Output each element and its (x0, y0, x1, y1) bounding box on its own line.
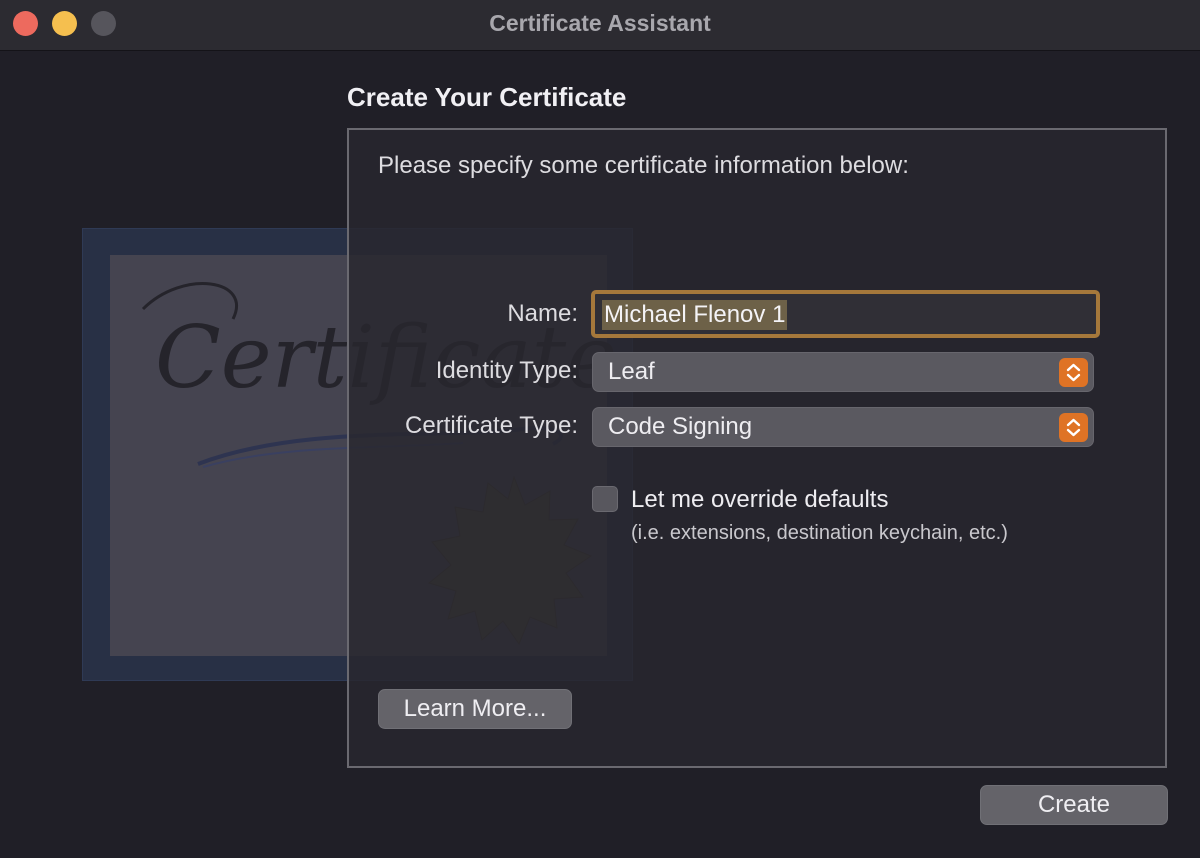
name-field[interactable]: Michael Flenov 1 (591, 290, 1100, 338)
create-button[interactable]: Create (980, 785, 1168, 825)
window-title: Certificate Assistant (489, 10, 711, 36)
instruction-text: Please specify some certificate informat… (378, 152, 909, 179)
override-defaults-checkbox[interactable] (592, 486, 618, 512)
form-panel (347, 128, 1167, 768)
identity-type-popup[interactable]: Leaf (592, 352, 1094, 392)
identity-type-value: Leaf (608, 358, 655, 385)
certificate-type-popup[interactable]: Code Signing (592, 407, 1094, 447)
identity-type-label: Identity Type: (435, 357, 578, 384)
title-bar[interactable]: Certificate Assistant (0, 0, 1200, 51)
override-defaults-help: (i.e. extensions, destination keychain, … (631, 522, 1008, 544)
page-title: Create Your Certificate (347, 82, 627, 112)
certificate-type-value: Code Signing (608, 413, 753, 440)
certificate-assistant-window: Certificate Assistant Certificate Create… (0, 0, 1200, 858)
name-label: Name: (507, 300, 578, 327)
up-down-chevron-icon (1059, 358, 1088, 387)
up-down-chevron-icon (1059, 413, 1088, 442)
override-defaults-label[interactable]: Let me override defaults (631, 484, 888, 516)
name-field-value[interactable]: Michael Flenov 1 (602, 300, 788, 330)
learn-more-button[interactable]: Learn More... (378, 689, 572, 729)
certificate-type-label: Certificate Type: (405, 412, 578, 439)
